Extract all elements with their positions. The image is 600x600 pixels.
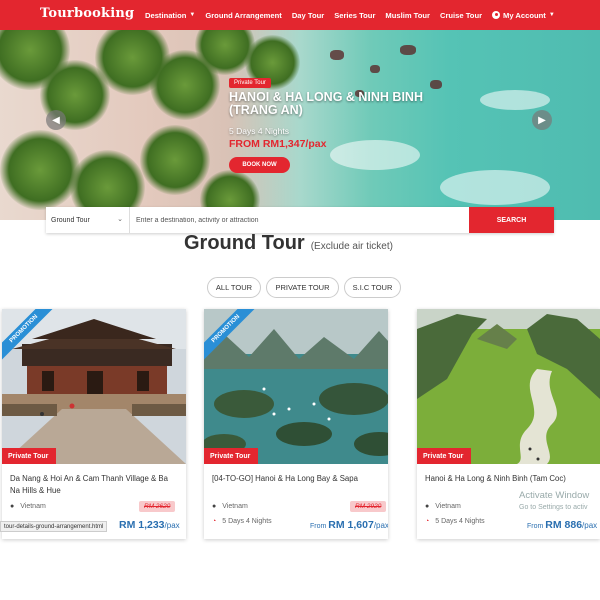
nav-item-my-account[interactable]: My Account ▼: [492, 11, 555, 20]
tour-title[interactable]: Da Nang & Hoi An & Cam Thanh Village & B…: [10, 473, 180, 497]
activate-windows-watermark-sub: Go to Settings to activ: [519, 504, 588, 511]
nav-item-muslim-tour[interactable]: Muslim Tour: [385, 11, 430, 20]
nav-item-destination[interactable]: Destination ▼: [145, 11, 195, 20]
tour-location: ● Vietnam: [425, 503, 461, 510]
original-price: RM 2920: [350, 501, 387, 512]
hero-title: HANOI & HA LONG & NINH BINH (TRANG AN): [229, 90, 423, 117]
nav-item-label: Destination: [145, 10, 187, 20]
nav-item-series-tour[interactable]: Series Tour: [334, 11, 375, 20]
price-value: RM 886: [545, 519, 583, 531]
clock-icon: ◔: [425, 518, 430, 525]
book-now-button[interactable]: BOOK NOW: [229, 157, 290, 173]
tour-image-hue-citadel[interactable]: [2, 309, 186, 464]
tour-filter-group: ALL TOUR PRIVATE TOUR S.I.C TOUR: [207, 277, 406, 298]
nav-item-ground-arrangement[interactable]: Ground Arrangement: [205, 11, 282, 20]
tour-location-text: Vietnam: [20, 503, 46, 510]
hero-price: FROM RM1,347/pax: [229, 138, 327, 150]
hero-subtitle: 5 Days 4 Nights: [229, 126, 289, 136]
palm-tree-decoration: [140, 125, 210, 195]
tour-duration: ◔ 5 Days 4 Nights: [212, 518, 272, 525]
map-pin-icon: ●: [212, 503, 217, 510]
tour-location: ● Vietnam: [10, 503, 46, 510]
rock-decoration: [400, 45, 416, 55]
user-account-icon: [492, 11, 501, 19]
price-value: RM 1,607: [328, 519, 374, 531]
price-unit: /pax: [373, 521, 388, 530]
tour-location-text: Vietnam: [222, 503, 248, 510]
nav-item-label: My Account: [503, 10, 546, 20]
tour-price: From RM 1,607/pax: [310, 519, 388, 531]
carousel-prev-button[interactable]: ◀: [46, 110, 66, 130]
filter-private-tour[interactable]: PRIVATE TOUR: [266, 277, 339, 298]
tour-image-tam-coc[interactable]: [417, 309, 600, 464]
tour-image-ha-long-bay[interactable]: [204, 309, 388, 464]
hero-banner: ◀ ▶ Private Tour HANOI & HA LONG & NINH …: [0, 30, 600, 220]
nav-item-day-tour[interactable]: Day Tour: [292, 11, 324, 20]
nav-item-label: Muslim Tour: [385, 10, 430, 20]
nav-item-label: Series Tour: [334, 10, 376, 20]
tour-location-text: Vietnam: [435, 503, 461, 510]
tour-duration-text: 5 Days 4 Nights: [435, 518, 485, 525]
price-unit: /pax: [582, 521, 598, 530]
search-button[interactable]: SEARCH: [469, 207, 554, 233]
carousel-next-button[interactable]: ▶: [532, 110, 552, 130]
tour-location: ● Vietnam: [212, 503, 248, 510]
nav-item-cruise-tour[interactable]: Cruise Tour: [440, 11, 482, 20]
map-pin-icon: ●: [10, 503, 15, 510]
hero-badge: Private Tour: [229, 78, 271, 88]
price-prefix: From: [527, 523, 546, 530]
nav-item-label: Day Tour: [291, 10, 325, 20]
tour-type-tag: Private Tour: [417, 448, 472, 464]
category-select[interactable]: Ground Tour ⌄: [46, 207, 130, 233]
filter-sic-tour[interactable]: S.I.C TOUR: [344, 277, 401, 298]
tour-duration-text: 5 Days 4 Nights: [222, 518, 272, 525]
price-value: RM 1,233: [119, 519, 165, 531]
nav-item-label: Ground Arrangement: [205, 10, 282, 20]
filter-all-tour[interactable]: ALL TOUR: [207, 277, 261, 298]
chevron-left-icon: ◀: [52, 114, 60, 126]
nav-item-label: Cruise Tour: [439, 10, 483, 20]
original-price: RM 2620: [139, 501, 176, 512]
rock-decoration: [330, 50, 344, 60]
wave-decoration: [440, 170, 550, 205]
search-bar: Ground Tour ⌄ SEARCH: [46, 207, 554, 233]
rock-decoration: [430, 80, 442, 89]
wave-decoration: [480, 90, 550, 110]
wave-decoration: [330, 140, 420, 170]
tour-title[interactable]: Hanoi & Ha Long & Ninh Binh (Tam Coc): [425, 473, 595, 485]
section-subtitle: (Exclude air ticket): [310, 241, 393, 252]
price-unit: /pax: [164, 521, 180, 530]
top-nav-bar: Tourbooking Destination ▼ Ground Arrange…: [0, 0, 600, 30]
tour-price: From RM 886/pax: [527, 519, 597, 531]
chevron-down-icon: ▼: [548, 12, 555, 18]
tour-duration: ◔ 5 Days 4 Nights: [425, 518, 485, 525]
tour-card[interactable]: PROMOTION Private Tour [04-TO-GO] Hanoi …: [204, 309, 388, 539]
tour-price: RM 1,233/pax: [119, 519, 180, 531]
category-select-value: Ground Tour: [51, 216, 90, 224]
search-input[interactable]: [130, 207, 469, 233]
rock-decoration: [370, 65, 380, 73]
map-pin-icon: ●: [425, 503, 430, 510]
site-logo[interactable]: Tourbooking: [40, 6, 134, 21]
chevron-down-icon: ▼: [189, 12, 196, 18]
price-prefix: From: [310, 523, 329, 530]
tour-type-tag: Private Tour: [2, 448, 57, 464]
clock-icon: ◔: [212, 518, 217, 525]
section-heading: Ground Tour (Exclude air ticket): [184, 232, 393, 255]
browser-status-url: tour-details-ground-arrangement.html: [0, 521, 108, 532]
section-title: Ground Tour: [184, 232, 305, 254]
chevron-right-icon: ▶: [538, 114, 546, 126]
tour-title[interactable]: [04-TO-GO] Hanoi & Ha Long Bay & Sapa: [212, 473, 382, 485]
tour-type-tag: Private Tour: [204, 448, 259, 464]
palm-tree-decoration: [0, 130, 80, 210]
chevron-down-icon: ⌄: [117, 216, 123, 223]
activate-windows-watermark: Activate Window: [519, 490, 590, 501]
nav-links: Destination ▼ Ground Arrangement Day Tou…: [145, 0, 565, 30]
tour-card[interactable]: PROMOTION Private Tour Da Nang & Hoi An …: [2, 309, 186, 539]
